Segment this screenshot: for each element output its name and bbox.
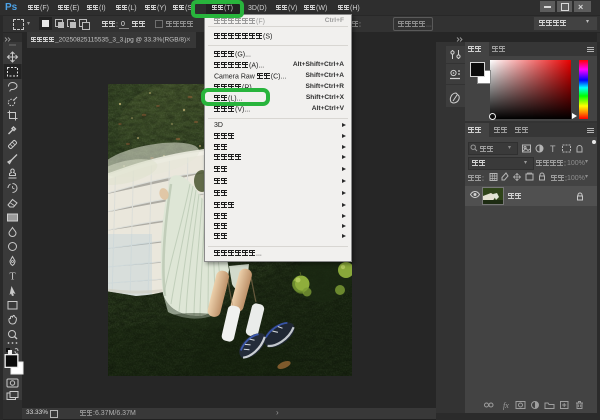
svg-text:T: T	[9, 272, 15, 283]
svg-text:fx: fx	[503, 401, 509, 410]
svg-text:T: T	[550, 144, 556, 153]
